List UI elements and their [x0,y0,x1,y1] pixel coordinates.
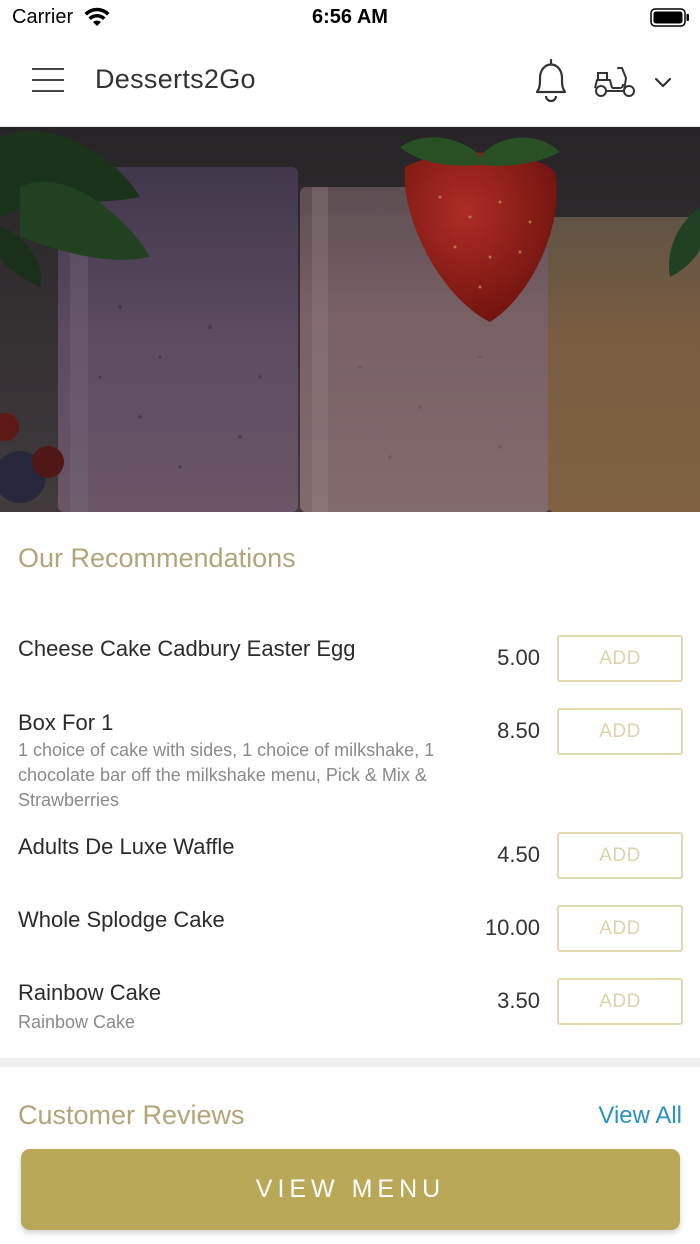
scooter-icon[interactable] [592,64,638,100]
item-name: Cheese Cake Cadbury Easter Egg [18,636,356,661]
view-menu-button[interactable]: VIEW MENU [21,1149,680,1230]
status-bar: Carrier 6:56 AM [0,0,700,34]
bell-icon[interactable] [530,56,572,104]
battery-icon [650,8,689,27]
add-button[interactable]: ADD [557,708,683,755]
item-name: Box For 1 [18,710,114,735]
item-price: 10.00 [484,915,540,940]
add-button[interactable]: ADD [557,832,683,879]
reviews-title: Customer Reviews [18,1100,245,1130]
chevron-down-icon[interactable] [650,72,676,92]
add-button[interactable]: ADD [557,635,683,682]
add-button[interactable]: ADD [557,978,683,1025]
item-description: Rainbow Cake [18,1012,136,1032]
item-price: 4.50 [497,842,540,867]
hamburger-menu-icon[interactable] [28,64,68,96]
hero-banner-image [0,127,700,512]
item-name: Adults De Luxe Waffle [18,834,235,859]
app-header: Desserts2Go [0,34,700,127]
add-button[interactable]: ADD [557,905,683,952]
item-price: 5.00 [497,645,540,670]
item-description: 1 choice of cake with sides, 1 choice of… [18,740,435,810]
section-divider [0,1058,700,1067]
status-time: 6:56 AM [312,6,388,28]
item-price: 3.50 [497,988,540,1013]
view-all-link[interactable]: View All [598,1102,682,1130]
milkshake-illustration [0,127,700,512]
item-name: Rainbow Cake [18,980,162,1005]
item-name: Whole Splodge Cake [18,907,225,932]
app-title: Desserts2Go [95,64,256,94]
recommendations-title: Our Recommendations [18,543,296,573]
item-price: 8.50 [497,718,540,743]
